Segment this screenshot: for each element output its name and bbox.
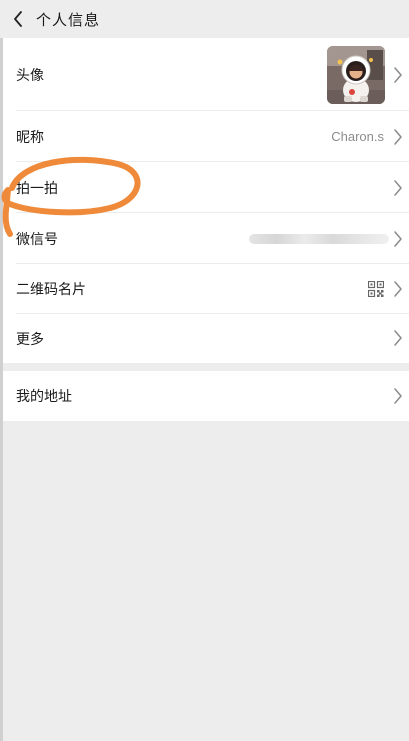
- qr-code-icon: [368, 281, 384, 297]
- chevron-right-icon: [394, 388, 402, 404]
- avatar-row[interactable]: 头像: [3, 38, 409, 111]
- address-row[interactable]: 我的地址: [3, 371, 409, 421]
- chevron-left-icon: [14, 11, 22, 27]
- more-row[interactable]: 更多: [3, 314, 409, 363]
- astronaut-avatar-icon: [327, 46, 385, 104]
- page-title: 个人信息: [36, 10, 101, 29]
- chevron-right-icon: [394, 180, 402, 196]
- wechat-id-blurred-value: [249, 234, 389, 244]
- pat-row[interactable]: 拍一拍: [3, 162, 409, 213]
- qr-code-label: 二维码名片: [16, 282, 86, 298]
- pat-label: 拍一拍: [16, 180, 58, 197]
- chevron-right-icon: [394, 67, 402, 83]
- chevron-right-icon: [394, 281, 402, 297]
- nickname-row[interactable]: 昵称 Charon.s: [3, 111, 409, 162]
- chevron-right-icon: [394, 330, 402, 346]
- top-nav-bar: 个人信息: [0, 0, 409, 38]
- avatar-image[interactable]: [327, 46, 385, 104]
- more-label: 更多: [16, 331, 44, 348]
- qr-code-row[interactable]: 二维码名片: [3, 264, 409, 314]
- back-button[interactable]: [8, 0, 28, 38]
- profile-info-group: 头像 昵称 Charon.s 拍一拍 微信号 二维码名片 更多: [3, 38, 409, 363]
- wechat-id-row[interactable]: 微信号: [3, 213, 409, 264]
- nickname-value: Charon.s: [331, 129, 384, 144]
- nickname-label: 昵称: [16, 129, 44, 146]
- address-label: 我的地址: [16, 389, 72, 405]
- avatar-label: 头像: [16, 67, 44, 84]
- chevron-right-icon: [394, 231, 402, 247]
- chevron-right-icon: [394, 129, 402, 145]
- wechat-id-label: 微信号: [16, 231, 58, 248]
- address-group: 我的地址: [3, 371, 409, 421]
